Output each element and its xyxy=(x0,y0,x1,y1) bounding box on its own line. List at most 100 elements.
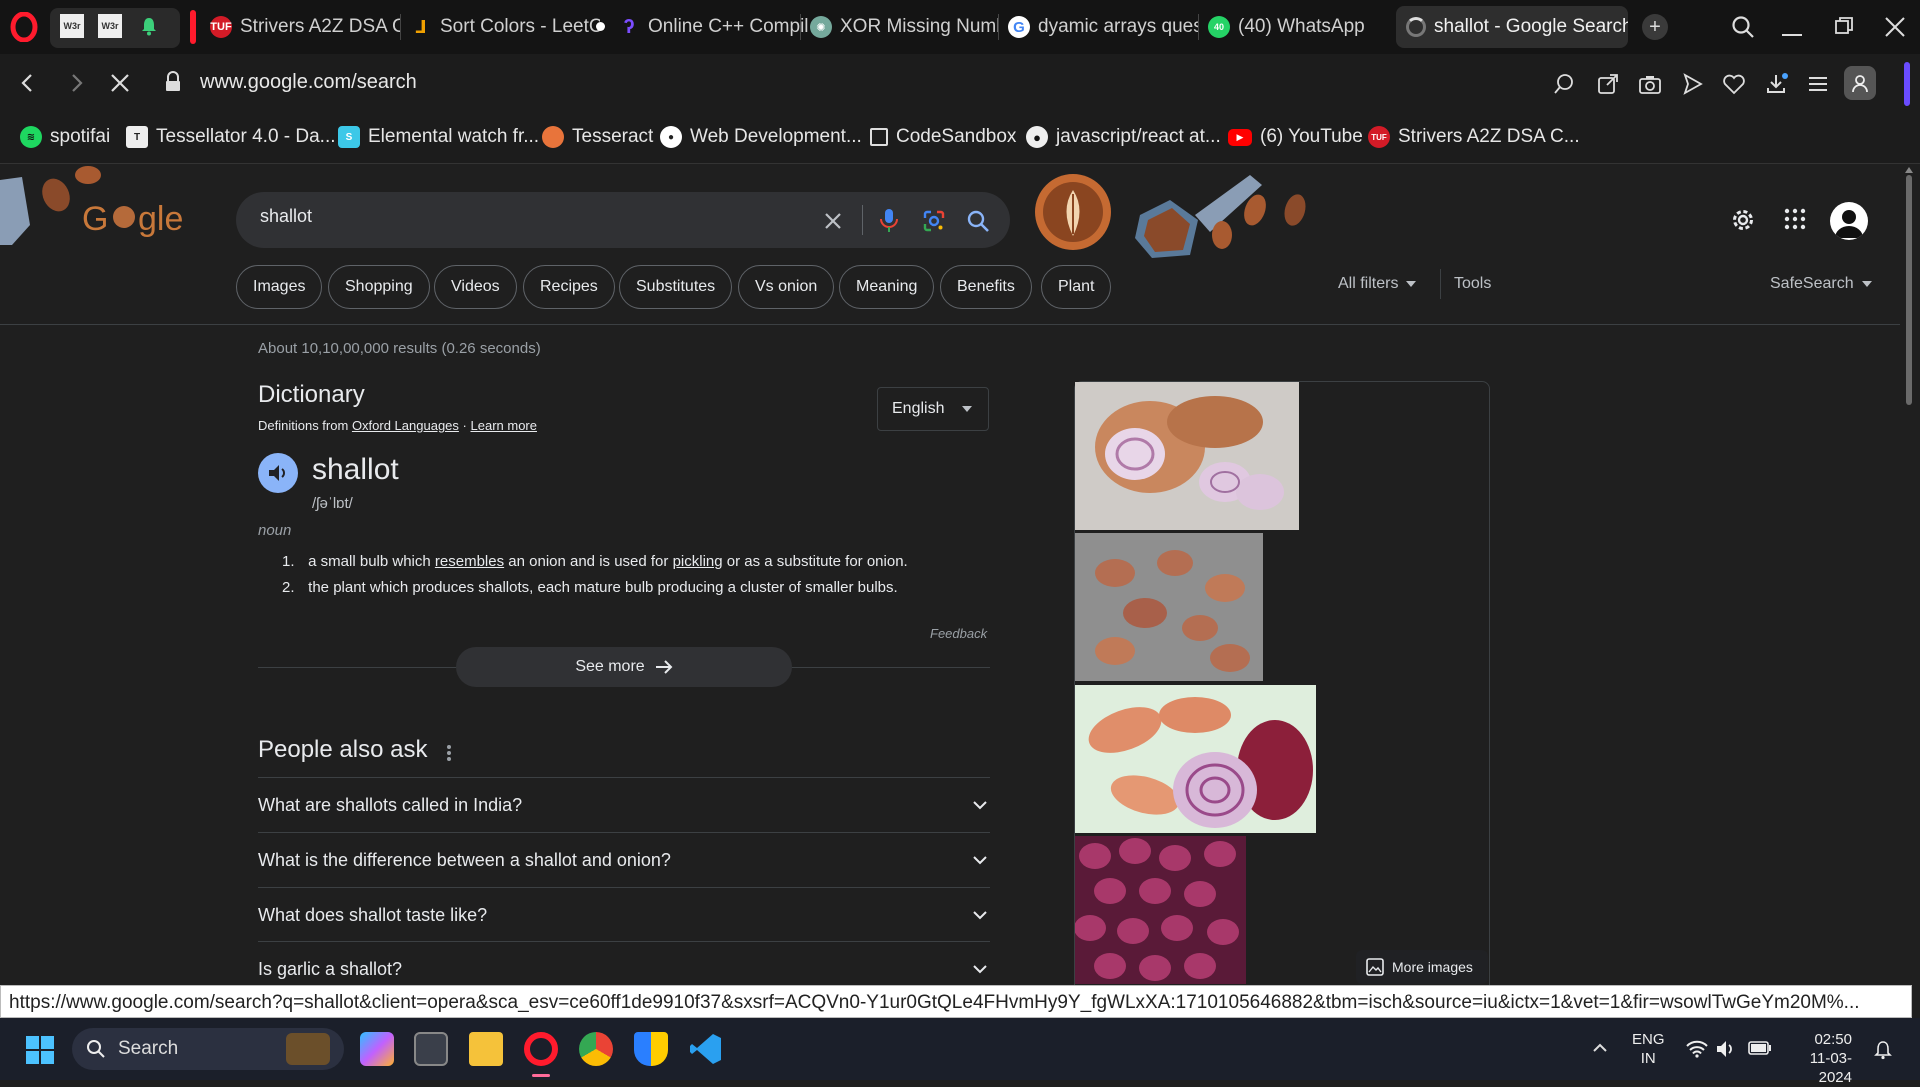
easy-setup-icon[interactable] xyxy=(1806,72,1830,96)
system-clock[interactable]: 02:50 11-03-2024 xyxy=(1780,1030,1852,1087)
windows-start-icon[interactable] xyxy=(26,1036,54,1064)
pickling-link[interactable]: pickling xyxy=(673,553,723,570)
tab-pinned-w3r-1[interactable]: W3r xyxy=(60,14,84,38)
learn-more-link[interactable]: Learn more xyxy=(471,418,537,433)
forward-button[interactable] xyxy=(64,71,88,95)
profile-button[interactable] xyxy=(1844,66,1876,100)
wifi-icon[interactable] xyxy=(1686,1040,1708,1058)
close-window-icon[interactable] xyxy=(1884,16,1906,38)
file-explorer-icon[interactable] xyxy=(469,1032,503,1066)
tab-shallot-active[interactable]: shallot - Google Search xyxy=(1396,6,1628,48)
bookmark-tessellator[interactable]: T Tessellator 4.0 - Da... xyxy=(126,126,336,148)
tab-whatsapp[interactable]: 40 (40) WhatsApp xyxy=(1198,6,1398,48)
bookmark-tesseract[interactable]: Tesseract xyxy=(542,126,653,148)
language-select[interactable]: English xyxy=(877,387,989,431)
bookmark-github[interactable]: ● javascript/react at... xyxy=(1026,126,1221,148)
definition-item: 1. a small bulb which resembles an onion… xyxy=(282,553,908,570)
image-icon xyxy=(1366,958,1384,976)
google-lens-icon[interactable] xyxy=(922,209,946,233)
tab-dynamic-arrays[interactable]: G dyamic arrays ques xyxy=(998,6,1198,48)
paa-question[interactable]: What is the difference between a shallot… xyxy=(258,832,990,887)
doodle-latte-art xyxy=(1035,174,1306,258)
tessellator-icon: T xyxy=(126,126,148,148)
more-images-button[interactable]: More images xyxy=(1356,950,1488,984)
tab-sort-colors[interactable]: ᒧ Sort Colors - LeetCo xyxy=(400,6,600,48)
chip-benefits[interactable]: Benefits xyxy=(940,265,1032,309)
clear-search-icon[interactable] xyxy=(822,210,844,232)
security-shield-icon[interactable] xyxy=(634,1032,668,1066)
opera-taskbar-icon[interactable] xyxy=(524,1032,558,1066)
shallot-image-4[interactable] xyxy=(1075,836,1246,984)
input-language[interactable]: ENG IN xyxy=(1632,1030,1665,1068)
tab-pinned-w3r-2[interactable]: W3r xyxy=(98,14,122,38)
resembles-link[interactable]: resembles xyxy=(435,553,504,570)
chip-shopping[interactable]: Shopping xyxy=(328,265,430,309)
all-filters-button[interactable]: All filters xyxy=(1338,275,1417,293)
search-input[interactable]: shallot xyxy=(260,206,312,227)
settings-gear-icon[interactable] xyxy=(1730,207,1756,233)
safesearch-button[interactable]: SafeSearch xyxy=(1770,275,1872,293)
search-submit-icon[interactable] xyxy=(966,209,990,233)
new-tab-button[interactable]: + xyxy=(1642,14,1668,40)
battery-icon[interactable] xyxy=(1748,1041,1772,1055)
calculator-icon[interactable] xyxy=(414,1032,448,1066)
minimize-window-icon[interactable] xyxy=(1782,34,1802,36)
scroll-up-arrow-icon[interactable] xyxy=(1905,167,1913,173)
copilot-icon[interactable] xyxy=(360,1032,394,1066)
google-apps-icon[interactable] xyxy=(1784,208,1806,230)
vscode-icon[interactable] xyxy=(689,1032,723,1066)
tab-search-icon[interactable] xyxy=(1730,14,1756,40)
downloads-icon[interactable] xyxy=(1764,72,1788,96)
restore-window-icon[interactable] xyxy=(1834,16,1854,36)
back-button[interactable] xyxy=(16,71,40,95)
share-icon[interactable] xyxy=(1596,72,1620,96)
scrollbar-thumb[interactable] xyxy=(1906,175,1912,405)
bookmark-elemental[interactable]: S Elemental watch fr... xyxy=(338,126,539,148)
chip-plant[interactable]: Plant xyxy=(1041,265,1112,309)
google-doodle-logo[interactable]: G gle xyxy=(0,165,200,255)
stop-loading-button[interactable] xyxy=(108,71,132,95)
see-more-button[interactable]: See more xyxy=(456,647,792,687)
paa-question[interactable]: Is garlic a shallot? xyxy=(258,941,990,985)
chrome-icon[interactable] xyxy=(579,1032,613,1066)
tab-strivers[interactable]: TUF Strivers A2Z DSA Co xyxy=(200,6,400,48)
bookmark-webdev[interactable]: ● Web Development... xyxy=(660,126,862,148)
taskbar-search-box[interactable]: Search xyxy=(72,1028,344,1070)
paa-question[interactable]: What are shallots called in India? xyxy=(258,777,990,832)
oxford-languages-link[interactable]: Oxford Languages xyxy=(352,418,459,433)
bookmark-spotifai[interactable]: ≋ spotifai xyxy=(20,126,110,148)
shallot-image-1[interactable] xyxy=(1075,382,1299,530)
volume-icon[interactable] xyxy=(1716,1040,1738,1058)
bookmark-strivers[interactable]: TUF Strivers A2Z DSA C... xyxy=(1368,126,1580,148)
chip-vs-onion[interactable]: Vs onion xyxy=(738,265,835,309)
bookmark-youtube[interactable]: ▶ (6) YouTube xyxy=(1228,126,1363,148)
snapshot-camera-icon[interactable] xyxy=(1638,72,1662,96)
notification-bell-icon[interactable] xyxy=(1874,1040,1892,1060)
shallot-image-3[interactable] xyxy=(1075,685,1316,833)
lock-icon[interactable] xyxy=(164,71,182,93)
bell-icon[interactable] xyxy=(140,16,158,36)
flow-send-icon[interactable] xyxy=(1680,72,1704,96)
bookmark-codesandbox[interactable]: CodeSandbox xyxy=(870,126,1016,148)
chip-videos[interactable]: Videos xyxy=(434,265,517,309)
chip-recipes[interactable]: Recipes xyxy=(523,265,615,309)
chip-substitutes[interactable]: Substitutes xyxy=(619,265,733,309)
find-in-page-icon[interactable] xyxy=(1552,72,1576,96)
pronounce-speaker-button[interactable] xyxy=(258,453,298,493)
tab-online-cpp[interactable]: ʔ Online C++ Compile xyxy=(608,6,808,48)
feedback-link[interactable]: Feedback xyxy=(930,626,987,641)
chip-images[interactable]: Images xyxy=(236,265,323,309)
bookmark-heart-icon[interactable] xyxy=(1722,72,1746,96)
shallot-image-2[interactable] xyxy=(1075,533,1263,681)
show-hidden-icons-chevron[interactable] xyxy=(1592,1040,1608,1056)
tools-button[interactable]: Tools xyxy=(1454,275,1491,293)
opera-menu-icon[interactable] xyxy=(10,11,38,43)
paa-question[interactable]: What does shallot taste like? xyxy=(258,887,990,942)
tab-xor-missing[interactable]: ✺ XOR Missing Numb xyxy=(800,6,998,48)
url-field[interactable]: www.google.com/search xyxy=(200,71,417,94)
more-options-icon[interactable] xyxy=(446,743,452,763)
microphone-icon[interactable] xyxy=(878,207,900,233)
account-avatar[interactable] xyxy=(1830,202,1868,240)
page-scrollbar[interactable] xyxy=(1900,165,1920,985)
chip-meaning[interactable]: Meaning xyxy=(839,265,935,309)
